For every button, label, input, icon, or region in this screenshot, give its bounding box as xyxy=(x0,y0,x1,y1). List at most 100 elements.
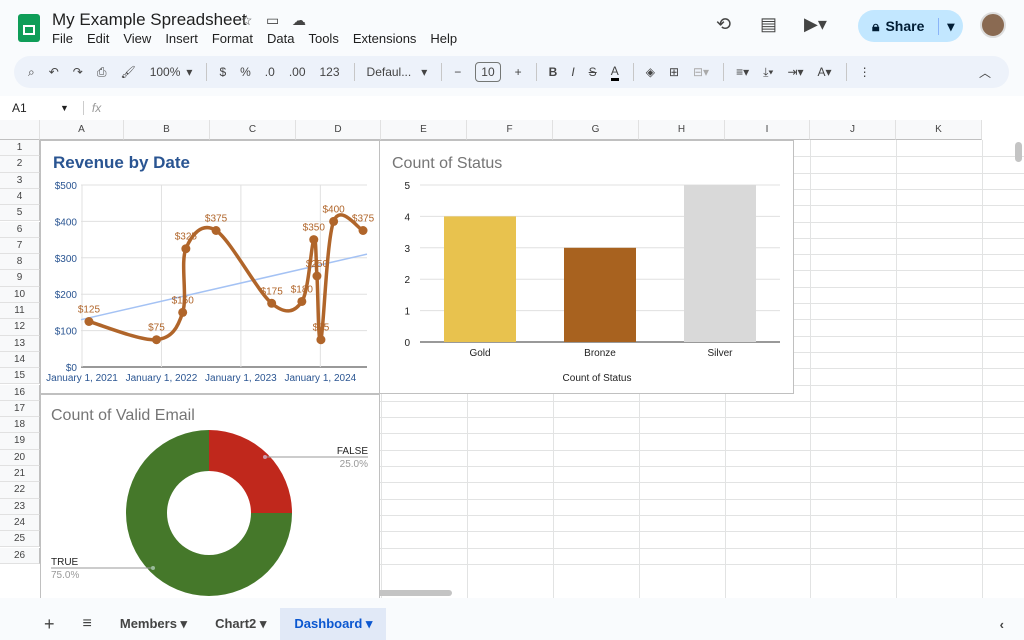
name-box[interactable]: A1 xyxy=(0,101,60,115)
row-header[interactable]: 13 xyxy=(0,335,40,352)
row-header[interactable]: 2 xyxy=(0,156,40,173)
sheet-tab-dashboard[interactable]: Dashboard ▾ xyxy=(280,608,387,640)
row-header[interactable]: 24 xyxy=(0,514,40,532)
menu-data[interactable]: Data xyxy=(267,31,294,46)
column-header[interactable]: E xyxy=(381,120,467,140)
print-icon[interactable]: ⎙ xyxy=(97,65,107,80)
menu-insert[interactable]: Insert xyxy=(165,31,198,46)
row-header[interactable]: 18 xyxy=(0,417,40,434)
text-wrapping-icon[interactable]: ⇥▾ xyxy=(787,65,803,79)
history-icon[interactable]: ⟲ xyxy=(716,14,731,35)
formula-input[interactable] xyxy=(101,98,1024,118)
all-sheets-icon[interactable]: ≡ xyxy=(69,608,106,640)
move-folder-icon[interactable]: ▭ xyxy=(266,12,279,29)
meet-video-icon[interactable]: ▶▾ xyxy=(804,14,827,35)
menu-extensions[interactable]: Extensions xyxy=(353,31,417,46)
row-header[interactable]: 8 xyxy=(0,254,40,271)
menu-view[interactable]: View xyxy=(123,31,151,46)
column-header[interactable]: H xyxy=(639,120,725,140)
row-header[interactable]: 11 xyxy=(0,303,40,320)
star-icon[interactable]: ☆ xyxy=(240,12,253,29)
menu-format[interactable]: Format xyxy=(212,31,253,46)
row-header[interactable]: 7 xyxy=(0,237,40,255)
row-header[interactable]: 21 xyxy=(0,466,40,483)
menu-edit[interactable]: Edit xyxy=(87,31,109,46)
avatar[interactable] xyxy=(980,12,1006,38)
column-header[interactable]: B xyxy=(124,120,210,140)
search-menus-icon[interactable]: ⌕ xyxy=(28,65,35,80)
row-header[interactable]: 5 xyxy=(0,205,40,222)
row-header[interactable]: 10 xyxy=(0,286,40,303)
column-header[interactable]: K xyxy=(896,120,982,140)
valid-email-pie-chart[interactable]: Count of Valid Email FALSE 25.0% TRUE 75.0% xyxy=(40,394,380,598)
more-formats-button[interactable]: 123 xyxy=(320,65,340,79)
row-header[interactable]: 15 xyxy=(0,368,40,385)
menu-tools[interactable]: Tools xyxy=(308,31,338,46)
row-header[interactable]: 1 xyxy=(0,140,40,157)
increase-font-size-icon[interactable]: + xyxy=(515,65,522,79)
row-header[interactable]: 26 xyxy=(0,547,40,564)
column-header[interactable]: D xyxy=(296,120,381,140)
text-color-icon[interactable]: A xyxy=(610,64,619,81)
cloud-status-icon[interactable]: ☁ xyxy=(292,12,306,29)
column-header[interactable]: A xyxy=(40,120,124,140)
status-bar-chart[interactable]: Count of Status 0 1 2 3 4 5 Gold Bronze Silver Cou… xyxy=(379,140,794,394)
vertical-scrollbar[interactable] xyxy=(1015,142,1022,162)
undo-icon[interactable]: ↶ xyxy=(49,65,59,79)
row-header[interactable]: 12 xyxy=(0,319,40,336)
share-dropdown-icon[interactable]: ▾ xyxy=(938,17,954,35)
row-header[interactable]: 3 xyxy=(0,172,40,189)
spreadsheet-grid[interactable]: A B C D E F G H I J K 1 2 3 4 5 6 7 8 9 10 11 12 13 14 15 16 17 18 19… xyxy=(0,120,1024,598)
column-header[interactable]: G xyxy=(553,120,639,140)
collapse-toolbar-icon[interactable]: ︿ xyxy=(979,64,991,81)
row-header[interactable]: 16 xyxy=(0,384,40,401)
decrease-font-size-icon[interactable]: − xyxy=(454,65,461,79)
row-header[interactable]: 17 xyxy=(0,400,40,418)
merge-cells-icon[interactable]: ⊟▾ xyxy=(693,65,709,79)
column-header[interactable]: F xyxy=(467,120,553,140)
name-box-dropdown-icon[interactable]: ▼ xyxy=(60,103,69,113)
sheets-logo-icon[interactable] xyxy=(18,14,40,42)
row-header[interactable]: 6 xyxy=(0,221,40,238)
currency-format-button[interactable]: $ xyxy=(219,65,226,79)
bold-icon[interactable]: B xyxy=(549,65,558,79)
column-header[interactable]: I xyxy=(725,120,810,140)
percent-format-button[interactable]: % xyxy=(240,65,251,79)
row-header[interactable]: 22 xyxy=(0,482,40,499)
strikethrough-icon[interactable]: S xyxy=(589,65,597,79)
document-title[interactable]: My Example Spreadsheet xyxy=(52,10,247,30)
paint-format-icon[interactable]: 🖌︎ xyxy=(120,65,135,79)
row-header[interactable]: 23 xyxy=(0,498,40,515)
explore-collapse-icon[interactable]: ‹ xyxy=(1000,617,1004,632)
decrease-decimal-button[interactable]: .0 xyxy=(265,65,275,79)
row-header[interactable]: 20 xyxy=(0,449,40,466)
revenue-line-chart[interactable]: Revenue by Date $0 $100 $200 $300 $400 $500 Jan… xyxy=(40,140,380,394)
redo-icon[interactable]: ↷ xyxy=(73,65,83,79)
menu-file[interactable]: File xyxy=(52,31,73,46)
font-size-input[interactable]: 10 xyxy=(475,62,501,82)
text-rotation-icon[interactable]: A▾ xyxy=(818,65,832,79)
row-header[interactable]: 4 xyxy=(0,188,40,206)
more-options-icon[interactable]: ⋮ xyxy=(859,65,871,79)
sheet-tab-members[interactable]: Members ▾ xyxy=(106,608,201,640)
add-sheet-icon[interactable]: + xyxy=(0,608,69,640)
increase-decimal-button[interactable]: .00 xyxy=(289,65,306,79)
fill-color-icon[interactable]: ◈ xyxy=(646,65,655,79)
column-header[interactable]: C xyxy=(210,120,296,140)
row-header[interactable]: 25 xyxy=(0,531,40,548)
horizontal-align-icon[interactable]: ≡▾ xyxy=(736,65,749,79)
zoom-select[interactable]: 100% ▾ xyxy=(150,65,193,79)
column-header[interactable]: J xyxy=(810,120,896,140)
row-header[interactable]: 19 xyxy=(0,433,40,450)
italic-icon[interactable]: I xyxy=(571,65,574,79)
select-all-corner[interactable] xyxy=(0,120,40,140)
vertical-align-icon[interactable]: ⤓▾ xyxy=(763,65,773,80)
comments-icon[interactable]: ▤ xyxy=(760,14,777,35)
share-button[interactable]: 🔒︎ Share ▾ xyxy=(858,10,963,42)
sheet-tab-chart2[interactable]: Chart2 ▾ xyxy=(201,608,280,640)
row-header[interactable]: 14 xyxy=(0,351,40,369)
menu-help[interactable]: Help xyxy=(430,31,457,46)
borders-icon[interactable]: ⊞ xyxy=(669,65,679,79)
font-select[interactable]: Defaul... ▾ xyxy=(367,65,428,79)
row-header[interactable]: 9 xyxy=(0,270,40,287)
